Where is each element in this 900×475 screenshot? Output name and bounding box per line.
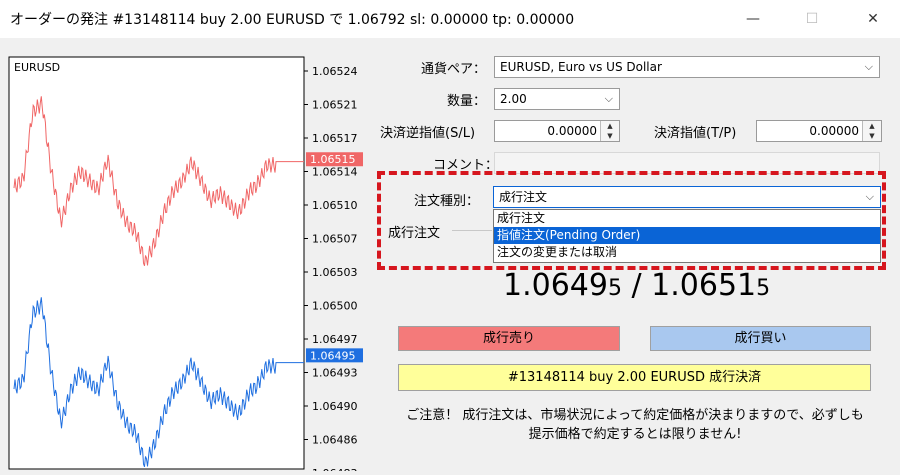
- axis-tick-label: 1.06514: [312, 166, 358, 179]
- sell-button[interactable]: 成行売り: [398, 326, 620, 351]
- price-separator: /: [621, 268, 652, 303]
- axis-tick-label: 1.06524: [312, 65, 358, 78]
- arrow-down-icon[interactable]: ▼: [863, 131, 881, 141]
- axis-tick-label: 1.06486: [312, 434, 358, 447]
- bid-price-main: 1.0649: [503, 268, 608, 303]
- notice-line-1: ご注意！ 成行注文は、市場状況によって約定価格が決まりますので、必ずしも: [406, 408, 864, 423]
- symbol-select[interactable]: EURUSD, Euro vs US Dollar ⌵: [494, 56, 880, 78]
- axis-tick-label: 1.06503: [312, 266, 358, 279]
- arrow-up-icon[interactable]: ▲: [863, 121, 881, 131]
- bid-price-pip: 5: [607, 276, 622, 301]
- tp-label: 決済指値(T/P): [654, 126, 737, 141]
- symbol-value: EURUSD, Euro vs US Dollar: [500, 60, 662, 74]
- sl-stepper[interactable]: ▲ ▼: [600, 121, 619, 141]
- arrow-up-icon[interactable]: ▲: [601, 121, 619, 131]
- axis-tick-label: 1.06483: [312, 467, 358, 471]
- minimize-icon[interactable]: —: [738, 8, 768, 30]
- chart-plot-area: [8, 56, 305, 470]
- bid-price-label: 1.06495: [310, 349, 356, 362]
- chevron-down-icon: ⌵: [604, 92, 613, 105]
- volume-label: 数量：: [447, 94, 487, 109]
- title-bar: オーダーの発注 #13148114 buy 2.00 EURUSD で 1.06…: [0, 0, 900, 38]
- close-position-button[interactable]: #13148114 buy 2.00 EURUSD 成行決済: [398, 364, 871, 391]
- ask-price-label: 1.06515: [310, 153, 356, 166]
- axis-tick-label: 1.06490: [312, 400, 358, 413]
- notice-line-2: 提示価格で約定するとは限りません!: [528, 427, 742, 442]
- sl-value: 0.00000: [547, 124, 597, 138]
- buy-button[interactable]: 成行買い: [650, 326, 871, 351]
- axis-tick-label: 1.06510: [312, 199, 358, 212]
- sl-input[interactable]: 0.00000 ▲ ▼: [494, 120, 620, 142]
- notice-text: ご注意！ 成行注文は、市場状況によって約定価格が決まりますので、必ずしも 提示価…: [380, 406, 890, 444]
- window-title: オーダーの発注 #13148114 buy 2.00 EURUSD で 1.06…: [10, 12, 575, 28]
- close-icon[interactable]: ✕: [858, 8, 888, 30]
- volume-select[interactable]: 2.00 ⌵: [494, 88, 620, 110]
- tp-stepper[interactable]: ▲ ▼: [862, 121, 881, 141]
- ask-price-pip: 5: [756, 276, 771, 301]
- axis-tick-label: 1.06493: [312, 367, 358, 380]
- axis-tick-label: 1.06517: [312, 132, 358, 145]
- axis-tick-label: 1.06507: [312, 233, 358, 246]
- symbol-label: 通貨ペア：: [421, 62, 487, 77]
- axis-tick-label: 1.06521: [312, 99, 358, 112]
- chevron-down-icon: ⌵: [864, 60, 873, 73]
- ask-price-main: 1.0651: [651, 268, 757, 303]
- highlight-box: [377, 171, 886, 270]
- arrow-down-icon[interactable]: ▼: [601, 131, 619, 141]
- sl-label: 決済逆指値(S/L): [380, 126, 476, 141]
- axis-tick-label: 1.06497: [312, 333, 358, 346]
- tp-value: 0.00000: [809, 124, 859, 138]
- volume-value: 2.00: [500, 92, 527, 106]
- chart-symbol: EURUSD: [14, 61, 60, 74]
- price-display: 1.06495 / 1.06515: [503, 268, 770, 303]
- tp-input[interactable]: 0.00000 ▲ ▼: [756, 120, 882, 142]
- maximize-icon[interactable]: ☐: [797, 8, 827, 30]
- tick-chart-svg: EURUSD 1.065241.065211.065171.065141.0651…: [8, 56, 363, 471]
- tick-chart: EURUSD 1.06524 1.06521 1.06517 1.06514 1.0651…: [6, 55, 365, 471]
- axis-tick-label: 1.06500: [312, 300, 358, 313]
